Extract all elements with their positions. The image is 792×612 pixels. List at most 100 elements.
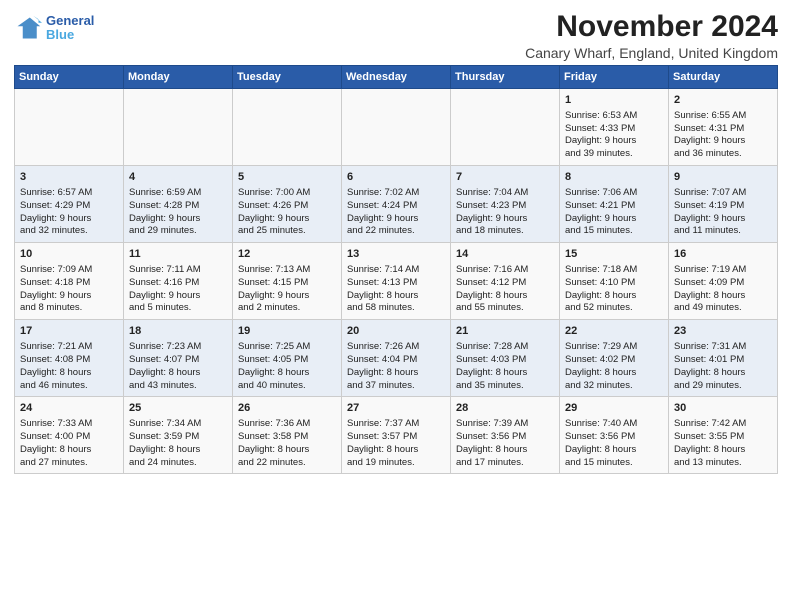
day-number: 26 (238, 401, 336, 416)
day-number: 6 (347, 170, 445, 185)
day-info: Sunrise: 7:31 AM Sunset: 4:01 PM Dayligh… (674, 341, 746, 390)
calendar-cell (342, 89, 451, 166)
calendar-cell: 21 Sunrise: 7:28 AM Sunset: 4:03 PM Dayli… (451, 320, 560, 397)
day-info: Sunrise: 7:37 AM Sunset: 3:57 PM Dayligh… (347, 418, 419, 467)
logo-text: General Blue (46, 14, 94, 43)
day-info: Sunrise: 7:09 AM Sunset: 4:18 PM Dayligh… (20, 264, 92, 313)
calendar-cell: 18 Sunrise: 7:23 AM Sunset: 4:07 PM Dayli… (124, 320, 233, 397)
day-info: Sunrise: 7:07 AM Sunset: 4:19 PM Dayligh… (674, 187, 746, 236)
calendar-cell: 1 Sunrise: 6:53 AM Sunset: 4:33 PM Daylig… (560, 89, 669, 166)
day-number: 2 (674, 93, 772, 108)
day-number: 11 (129, 247, 227, 262)
calendar-cell: 7 Sunrise: 7:04 AM Sunset: 4:23 PM Daylig… (451, 166, 560, 243)
month-title: November 2024 (525, 10, 778, 43)
calendar-cell: 10Sunrise: 7:09 AM Sunset: 4:18 PM Dayli… (15, 243, 124, 320)
day-info: Sunrise: 7:16 AM Sunset: 4:12 PM Dayligh… (456, 264, 528, 313)
calendar-cell: 5Sunrise: 7:00 AM Sunset: 4:26 PM Daylig… (233, 166, 342, 243)
calendar-cell (15, 89, 124, 166)
day-info: Sunrise: 7:25 AM Sunset: 4:05 PM Dayligh… (238, 341, 310, 390)
calendar-week-row: 17 Sunrise: 7:21 AM Sunset: 4:08 PM Dayli… (15, 320, 778, 397)
day-info: Sunrise: 6:59 AM Sunset: 4:28 PM Dayligh… (129, 187, 201, 236)
day-number: 20 (347, 324, 445, 339)
day-number: 14 (456, 247, 554, 262)
calendar-table: SundayMondayTuesdayWednesdayThursdayFrid… (14, 65, 778, 474)
day-info: Sunrise: 7:14 AM Sunset: 4:13 PM Dayligh… (347, 264, 419, 313)
weekday-header: Monday (124, 66, 233, 89)
calendar-cell: 25 Sunrise: 7:34 AM Sunset: 3:59 PM Dayli… (124, 397, 233, 474)
day-info: Sunrise: 7:04 AM Sunset: 4:23 PM Dayligh… (456, 187, 528, 236)
day-info: Sunrise: 7:18 AM Sunset: 4:10 PM Dayligh… (565, 264, 637, 313)
calendar-cell: 9 Sunrise: 7:07 AM Sunset: 4:19 PM Daylig… (669, 166, 778, 243)
day-number: 12 (238, 247, 336, 262)
day-number: 18 (129, 324, 227, 339)
calendar-cell: 12 Sunrise: 7:13 AM Sunset: 4:15 PM Dayli… (233, 243, 342, 320)
day-number: 29 (565, 401, 663, 416)
day-info: Sunrise: 7:21 AM Sunset: 4:08 PM Dayligh… (20, 341, 92, 390)
calendar-cell (233, 89, 342, 166)
calendar-cell: 13Sunrise: 7:14 AM Sunset: 4:13 PM Dayli… (342, 243, 451, 320)
weekday-header: Friday (560, 66, 669, 89)
calendar-cell: 26 Sunrise: 7:36 AM Sunset: 3:58 PM Dayli… (233, 397, 342, 474)
day-number: 22 (565, 324, 663, 339)
day-number: 9 (674, 170, 772, 185)
day-number: 16 (674, 247, 772, 262)
day-info: Sunrise: 7:26 AM Sunset: 4:04 PM Dayligh… (347, 341, 419, 390)
day-info: Sunrise: 7:23 AM Sunset: 4:07 PM Dayligh… (129, 341, 201, 390)
calendar-week-row: 10Sunrise: 7:09 AM Sunset: 4:18 PM Dayli… (15, 243, 778, 320)
day-info: Sunrise: 7:29 AM Sunset: 4:02 PM Dayligh… (565, 341, 637, 390)
day-info: Sunrise: 7:06 AM Sunset: 4:21 PM Dayligh… (565, 187, 637, 236)
title-block: November 2024 Canary Wharf, England, Uni… (525, 10, 778, 61)
day-number: 8 (565, 170, 663, 185)
calendar-cell: 20 Sunrise: 7:26 AM Sunset: 4:04 PM Dayli… (342, 320, 451, 397)
day-info: Sunrise: 7:33 AM Sunset: 4:00 PM Dayligh… (20, 418, 92, 467)
day-number: 21 (456, 324, 554, 339)
day-info: Sunrise: 7:00 AM Sunset: 4:26 PM Dayligh… (238, 187, 310, 236)
calendar-cell: 15 Sunrise: 7:18 AM Sunset: 4:10 PM Dayli… (560, 243, 669, 320)
calendar-cell: 22 Sunrise: 7:29 AM Sunset: 4:02 PM Dayli… (560, 320, 669, 397)
day-info: Sunrise: 7:42 AM Sunset: 3:55 PM Dayligh… (674, 418, 746, 467)
day-info: Sunrise: 7:28 AM Sunset: 4:03 PM Dayligh… (456, 341, 528, 390)
header: General Blue November 2024 Canary Wharf,… (14, 10, 778, 61)
calendar-cell: 23 Sunrise: 7:31 AM Sunset: 4:01 PM Dayli… (669, 320, 778, 397)
calendar-week-row: 1 Sunrise: 6:53 AM Sunset: 4:33 PM Daylig… (15, 89, 778, 166)
day-info: Sunrise: 6:57 AM Sunset: 4:29 PM Dayligh… (20, 187, 92, 236)
day-info: Sunrise: 7:36 AM Sunset: 3:58 PM Dayligh… (238, 418, 310, 467)
calendar-cell: 30 Sunrise: 7:42 AM Sunset: 3:55 PM Dayli… (669, 397, 778, 474)
location: Canary Wharf, England, United Kingdom (525, 45, 778, 61)
day-number: 25 (129, 401, 227, 416)
day-number: 23 (674, 324, 772, 339)
day-info: Sunrise: 7:34 AM Sunset: 3:59 PM Dayligh… (129, 418, 201, 467)
logo-icon (14, 14, 42, 42)
logo: General Blue (14, 14, 94, 43)
page-container: General Blue November 2024 Canary Wharf,… (0, 0, 792, 480)
calendar-cell: 8 Sunrise: 7:06 AM Sunset: 4:21 PM Daylig… (560, 166, 669, 243)
day-info: Sunrise: 6:55 AM Sunset: 4:31 PM Dayligh… (674, 110, 746, 159)
day-info: Sunrise: 7:02 AM Sunset: 4:24 PM Dayligh… (347, 187, 419, 236)
calendar-cell (124, 89, 233, 166)
day-number: 1 (565, 93, 663, 108)
calendar-week-row: 3 Sunrise: 6:57 AM Sunset: 4:29 PM Daylig… (15, 166, 778, 243)
day-number: 24 (20, 401, 118, 416)
day-number: 7 (456, 170, 554, 185)
day-info: Sunrise: 7:13 AM Sunset: 4:15 PM Dayligh… (238, 264, 310, 313)
day-info: Sunrise: 7:40 AM Sunset: 3:56 PM Dayligh… (565, 418, 637, 467)
weekday-header: Tuesday (233, 66, 342, 89)
day-info: Sunrise: 6:53 AM Sunset: 4:33 PM Dayligh… (565, 110, 637, 159)
calendar-cell: 11Sunrise: 7:11 AM Sunset: 4:16 PM Dayli… (124, 243, 233, 320)
day-number: 30 (674, 401, 772, 416)
weekday-header-row: SundayMondayTuesdayWednesdayThursdayFrid… (15, 66, 778, 89)
day-number: 17 (20, 324, 118, 339)
calendar-cell: 14 Sunrise: 7:16 AM Sunset: 4:12 PM Dayli… (451, 243, 560, 320)
day-number: 19 (238, 324, 336, 339)
calendar-cell: 2 Sunrise: 6:55 AM Sunset: 4:31 PM Daylig… (669, 89, 778, 166)
calendar-cell: 4 Sunrise: 6:59 AM Sunset: 4:28 PM Daylig… (124, 166, 233, 243)
day-number: 3 (20, 170, 118, 185)
calendar-cell: 16Sunrise: 7:19 AM Sunset: 4:09 PM Dayli… (669, 243, 778, 320)
day-number: 27 (347, 401, 445, 416)
calendar-cell: 3 Sunrise: 6:57 AM Sunset: 4:29 PM Daylig… (15, 166, 124, 243)
weekday-header: Sunday (15, 66, 124, 89)
day-number: 15 (565, 247, 663, 262)
weekday-header: Wednesday (342, 66, 451, 89)
day-number: 4 (129, 170, 227, 185)
calendar-week-row: 24 Sunrise: 7:33 AM Sunset: 4:00 PM Dayli… (15, 397, 778, 474)
